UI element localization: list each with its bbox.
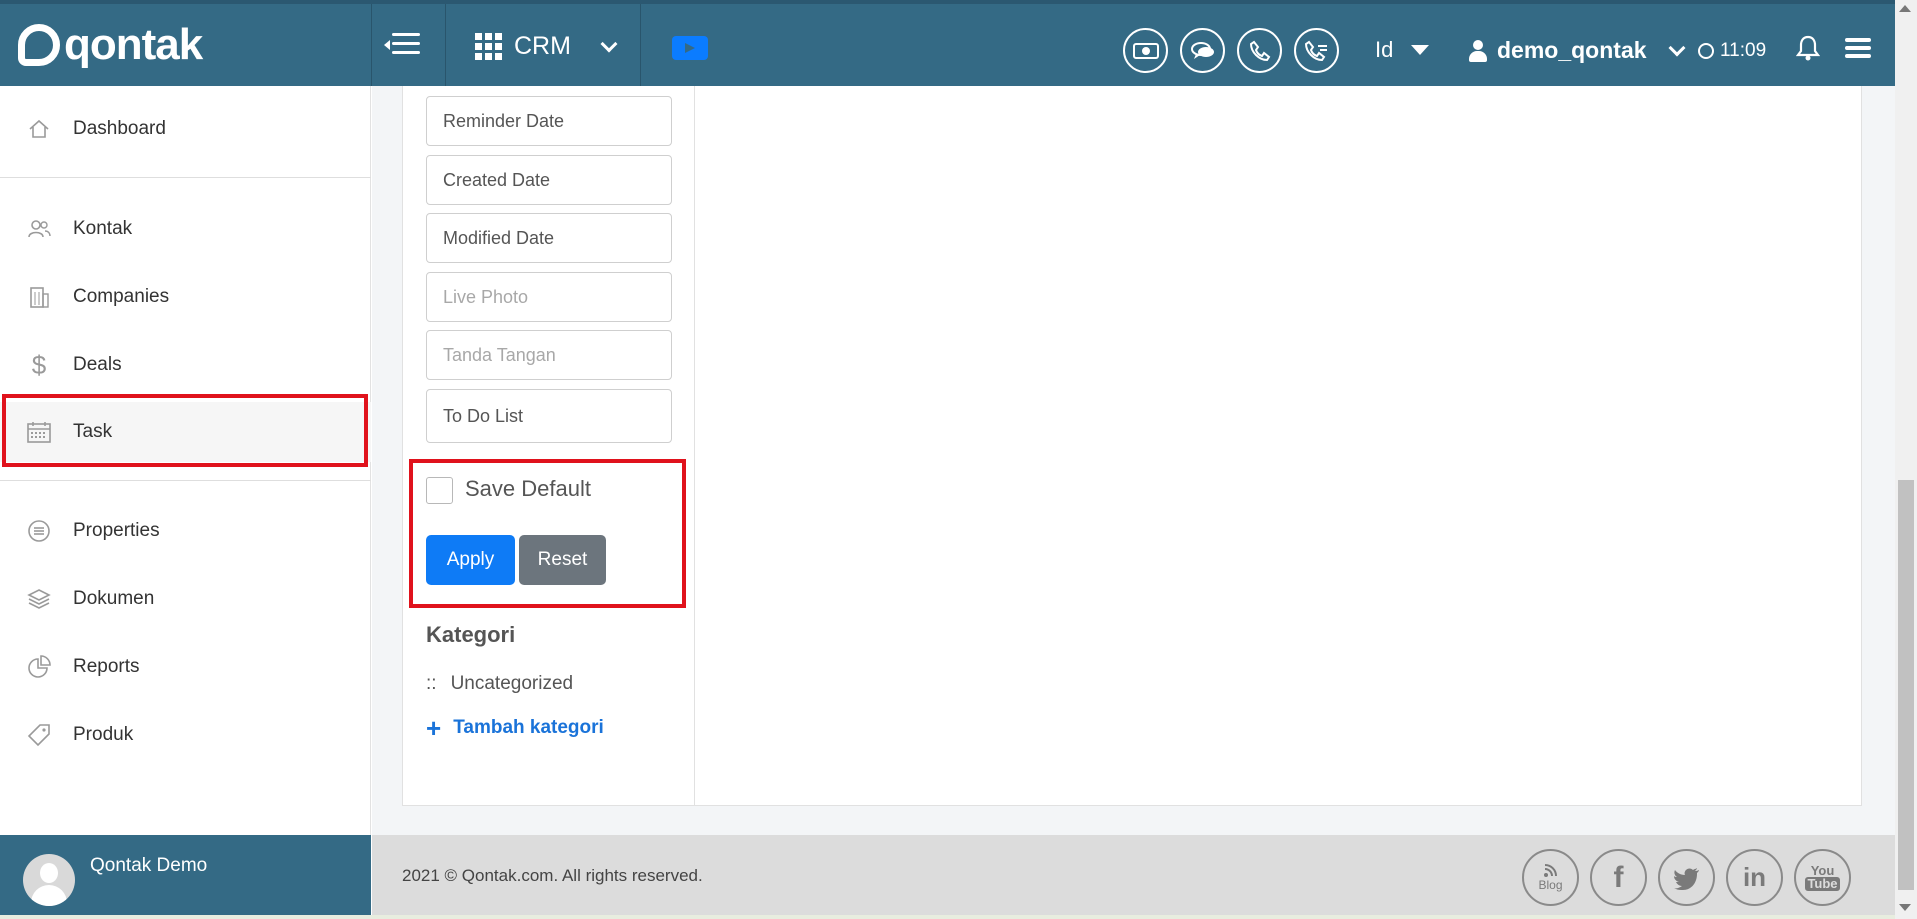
- blog-icon[interactable]: Blog: [1522, 849, 1579, 906]
- column-option-label: Created Date: [443, 169, 551, 190]
- sidebar-item-reports[interactable]: Reports: [0, 637, 371, 697]
- drag-handle-icon: ::: [426, 673, 437, 694]
- app-switcher-dropdown[interactable]: CRM: [475, 32, 618, 61]
- app-switcher-label: CRM: [514, 32, 571, 60]
- sidebar-item-label: Produk: [73, 724, 134, 745]
- sidebar-item-label: Properties: [73, 520, 160, 541]
- sidebar-divider: [0, 177, 371, 178]
- qontak-logo[interactable]: qontak: [18, 20, 203, 70]
- youtube-icon[interactable]: You Tube: [1794, 849, 1851, 906]
- column-option-tanda-tangan[interactable]: Tanda Tangan: [426, 330, 672, 380]
- top-navbar: qontak CRM Id demo_qontak 11:09: [0, 0, 1895, 86]
- sidebar-item-dashboard[interactable]: Dashboard: [0, 99, 371, 159]
- clock-time: 11:09: [1720, 40, 1767, 61]
- scroll-thumb[interactable]: [1898, 480, 1914, 890]
- home-icon: [27, 117, 51, 141]
- kategori-item-label: Uncategorized: [450, 673, 574, 694]
- list-circle-icon: [27, 519, 51, 543]
- notification-bell-icon[interactable]: [1795, 34, 1821, 62]
- layers-icon: [27, 587, 51, 611]
- clock: 11:09: [1698, 40, 1766, 62]
- clock-icon: [1698, 43, 1714, 59]
- add-category-label: Tambah kategori: [453, 717, 604, 738]
- sidebar-item-deals[interactable]: $ Deals: [0, 335, 371, 395]
- save-apply-highlight-box: [409, 459, 686, 608]
- navbar-divider: [640, 4, 641, 86]
- sidebar-item-label: Deals: [73, 354, 122, 375]
- column-option-label: To Do List: [443, 405, 524, 426]
- user-icon: [1469, 39, 1487, 62]
- scroll-up-arrow-icon[interactable]: [1899, 5, 1911, 12]
- username: demo_qontak: [1497, 37, 1647, 63]
- scroll-down-arrow-icon[interactable]: [1899, 904, 1911, 911]
- column-option-created-date[interactable]: Created Date: [426, 155, 672, 205]
- profile-name: Qontak Demo: [90, 855, 208, 876]
- column-option-to-do-list[interactable]: To Do List: [426, 389, 672, 443]
- sidebar-toggle-icon[interactable]: [384, 33, 420, 57]
- apps-grid-icon: [475, 33, 502, 60]
- user-menu[interactable]: demo_qontak: [1469, 37, 1686, 64]
- sidebar-item-label: Dashboard: [73, 118, 166, 139]
- sidebar-item-label: Dokumen: [73, 588, 155, 609]
- add-category-link[interactable]: + Tambah kategori: [426, 713, 604, 743]
- navbar-divider: [445, 4, 446, 86]
- kategori-title: Kategori: [426, 622, 516, 647]
- sidebar-item-label: Kontak: [73, 218, 133, 239]
- twitter-icon[interactable]: [1658, 849, 1715, 906]
- language-label: Id: [1375, 37, 1394, 62]
- bottom-strip: [0, 915, 1895, 919]
- task-highlight-box: [2, 394, 368, 467]
- tag-icon: [27, 723, 51, 747]
- sidebar-item-produk[interactable]: Produk: [0, 705, 371, 765]
- caret-down-icon: [1411, 45, 1430, 55]
- video-call-icon[interactable]: [672, 36, 708, 60]
- chevron-down-icon: [600, 35, 618, 52]
- column-option-live-photo[interactable]: Live Photo: [426, 272, 672, 322]
- column-option-label: Tanda Tangan: [443, 344, 556, 365]
- sidebar-item-dokumen[interactable]: Dokumen: [0, 569, 371, 629]
- sidebar-item-properties[interactable]: Properties: [0, 501, 371, 561]
- sidebar-profile[interactable]: Qontak Demo: [0, 835, 371, 915]
- copyright-text: 2021 © Qontak.com. All rights reserved.: [402, 866, 703, 885]
- sidebar-item-label: Companies: [73, 286, 170, 307]
- chevron-down-icon: [1668, 39, 1686, 56]
- building-icon: [27, 285, 51, 309]
- sidebar-item-companies[interactable]: Companies: [0, 267, 371, 327]
- panel-divider: [694, 86, 695, 806]
- kategori-item-uncategorized[interactable]: :: Uncategorized: [426, 673, 573, 695]
- sidebar-divider: [0, 480, 371, 481]
- language-selector[interactable]: Id: [1375, 37, 1430, 63]
- phone-icon[interactable]: [1237, 28, 1282, 73]
- qontak-logo-mark: [18, 24, 60, 66]
- navbar-divider: [371, 4, 372, 86]
- blog-label: Blog: [1538, 877, 1563, 892]
- users-icon: [27, 217, 51, 241]
- column-option-label: Reminder Date: [443, 110, 565, 131]
- column-option-label: Modified Date: [443, 227, 555, 248]
- chat-icon[interactable]: [1180, 28, 1225, 73]
- sidebar-item-kontak[interactable]: Kontak: [0, 199, 371, 259]
- plus-icon: +: [426, 713, 442, 743]
- column-option-modified-date[interactable]: Modified Date: [426, 213, 672, 263]
- facebook-icon[interactable]: f: [1590, 849, 1647, 906]
- sidebar-item-label: Reports: [73, 656, 140, 677]
- linkedin-icon[interactable]: in: [1726, 849, 1783, 906]
- pie-chart-icon: [27, 655, 51, 679]
- money-icon[interactable]: [1123, 28, 1168, 73]
- dollar-icon: $: [31, 349, 47, 380]
- call-log-icon[interactable]: [1294, 28, 1339, 73]
- hamburger-menu-icon[interactable]: [1845, 38, 1871, 59]
- avatar: [23, 854, 75, 906]
- logo-text: qontak: [64, 20, 203, 69]
- column-option-label: Live Photo: [443, 286, 529, 307]
- footer: 2021 © Qontak.com. All rights reserved. …: [372, 835, 1895, 915]
- column-option-reminder-date[interactable]: Reminder Date: [426, 96, 672, 146]
